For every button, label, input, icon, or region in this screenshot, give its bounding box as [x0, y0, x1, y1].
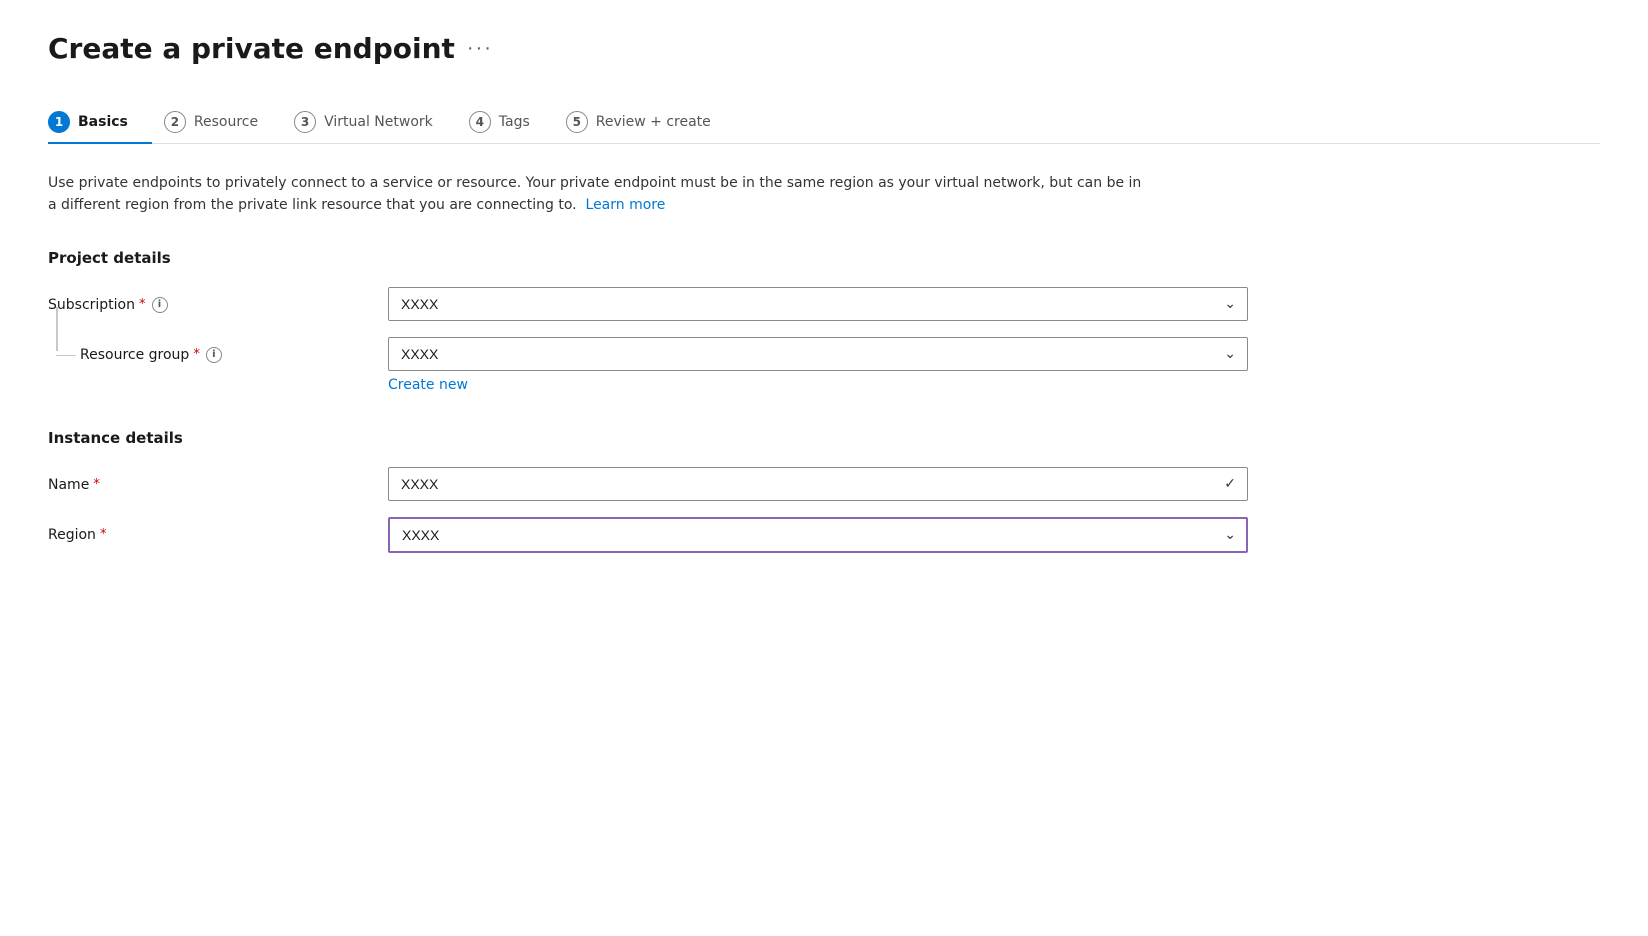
- resource-group-required-star: *: [193, 347, 200, 362]
- name-row: Name * XXXX ✓: [48, 467, 1348, 501]
- step-circle-2: 2: [164, 111, 186, 133]
- instance-details-title: Instance details: [48, 429, 1600, 447]
- resource-group-input-col: XXXX ⌄ Create new: [388, 337, 1348, 393]
- subscription-label: Subscription * i: [48, 297, 388, 313]
- subscription-required-star: *: [139, 297, 146, 312]
- name-input-col: XXXX ✓: [388, 467, 1348, 501]
- name-label: Name *: [48, 477, 388, 493]
- step-circle-5: 5: [566, 111, 588, 133]
- step-circle-3: 3: [294, 111, 316, 133]
- resource-group-row: Resource group * i XXXX ⌄ Create new: [48, 337, 1348, 393]
- resource-group-label-col: Resource group * i: [48, 337, 388, 363]
- region-select[interactable]: XXXX: [388, 517, 1248, 553]
- create-new-link[interactable]: Create new: [388, 377, 468, 393]
- learn-more-link[interactable]: Learn more: [586, 197, 666, 213]
- subscription-info-icon[interactable]: i: [152, 297, 168, 313]
- page-title-row: Create a private endpoint ···: [48, 32, 1600, 65]
- tab-review-create[interactable]: 5 Review + create: [566, 101, 735, 143]
- resource-group-label: Resource group * i: [80, 347, 388, 363]
- region-select-wrapper: XXXX ⌄: [388, 517, 1248, 553]
- step-circle-4: 4: [469, 111, 491, 133]
- name-select[interactable]: XXXX: [388, 467, 1248, 501]
- description-text: Use private endpoints to privately conne…: [48, 172, 1148, 217]
- instance-details-section: Instance details Name * XXXX ✓ Region *: [48, 429, 1600, 553]
- resource-group-info-icon[interactable]: i: [206, 347, 222, 363]
- ellipsis-menu-button[interactable]: ···: [467, 37, 493, 60]
- name-select-wrapper: XXXX ✓: [388, 467, 1248, 501]
- subscription-select[interactable]: XXXX: [388, 287, 1248, 321]
- step-circle-1: 1: [48, 111, 70, 133]
- region-required-star: *: [100, 527, 107, 542]
- region-label: Region *: [48, 527, 388, 543]
- region-input-col: XXXX ⌄: [388, 517, 1348, 553]
- page-title: Create a private endpoint: [48, 32, 455, 65]
- subscription-label-col: Subscription * i: [48, 287, 388, 313]
- project-details-section: Project details Subscription * i XXXX ⌄ …: [48, 249, 1600, 393]
- project-details-title: Project details: [48, 249, 1600, 267]
- tab-virtual-network[interactable]: 3 Virtual Network: [294, 101, 457, 143]
- resource-group-select-wrapper: XXXX ⌄: [388, 337, 1248, 371]
- region-row: Region * XXXX ⌄: [48, 517, 1348, 553]
- tab-resource[interactable]: 2 Resource: [164, 101, 282, 143]
- region-label-col: Region *: [48, 517, 388, 543]
- subscription-input-col: XXXX ⌄: [388, 287, 1348, 321]
- subscription-select-wrapper: XXXX ⌄: [388, 287, 1248, 321]
- subscription-row: Subscription * i XXXX ⌄: [48, 287, 1348, 321]
- tabs-row: 1 Basics 2 Resource 3 Virtual Network 4 …: [48, 101, 1600, 144]
- name-label-col: Name *: [48, 467, 388, 493]
- resource-group-select[interactable]: XXXX: [388, 337, 1248, 371]
- tab-tags[interactable]: 4 Tags: [469, 101, 554, 143]
- name-required-star: *: [93, 477, 100, 492]
- tab-basics[interactable]: 1 Basics: [48, 101, 152, 143]
